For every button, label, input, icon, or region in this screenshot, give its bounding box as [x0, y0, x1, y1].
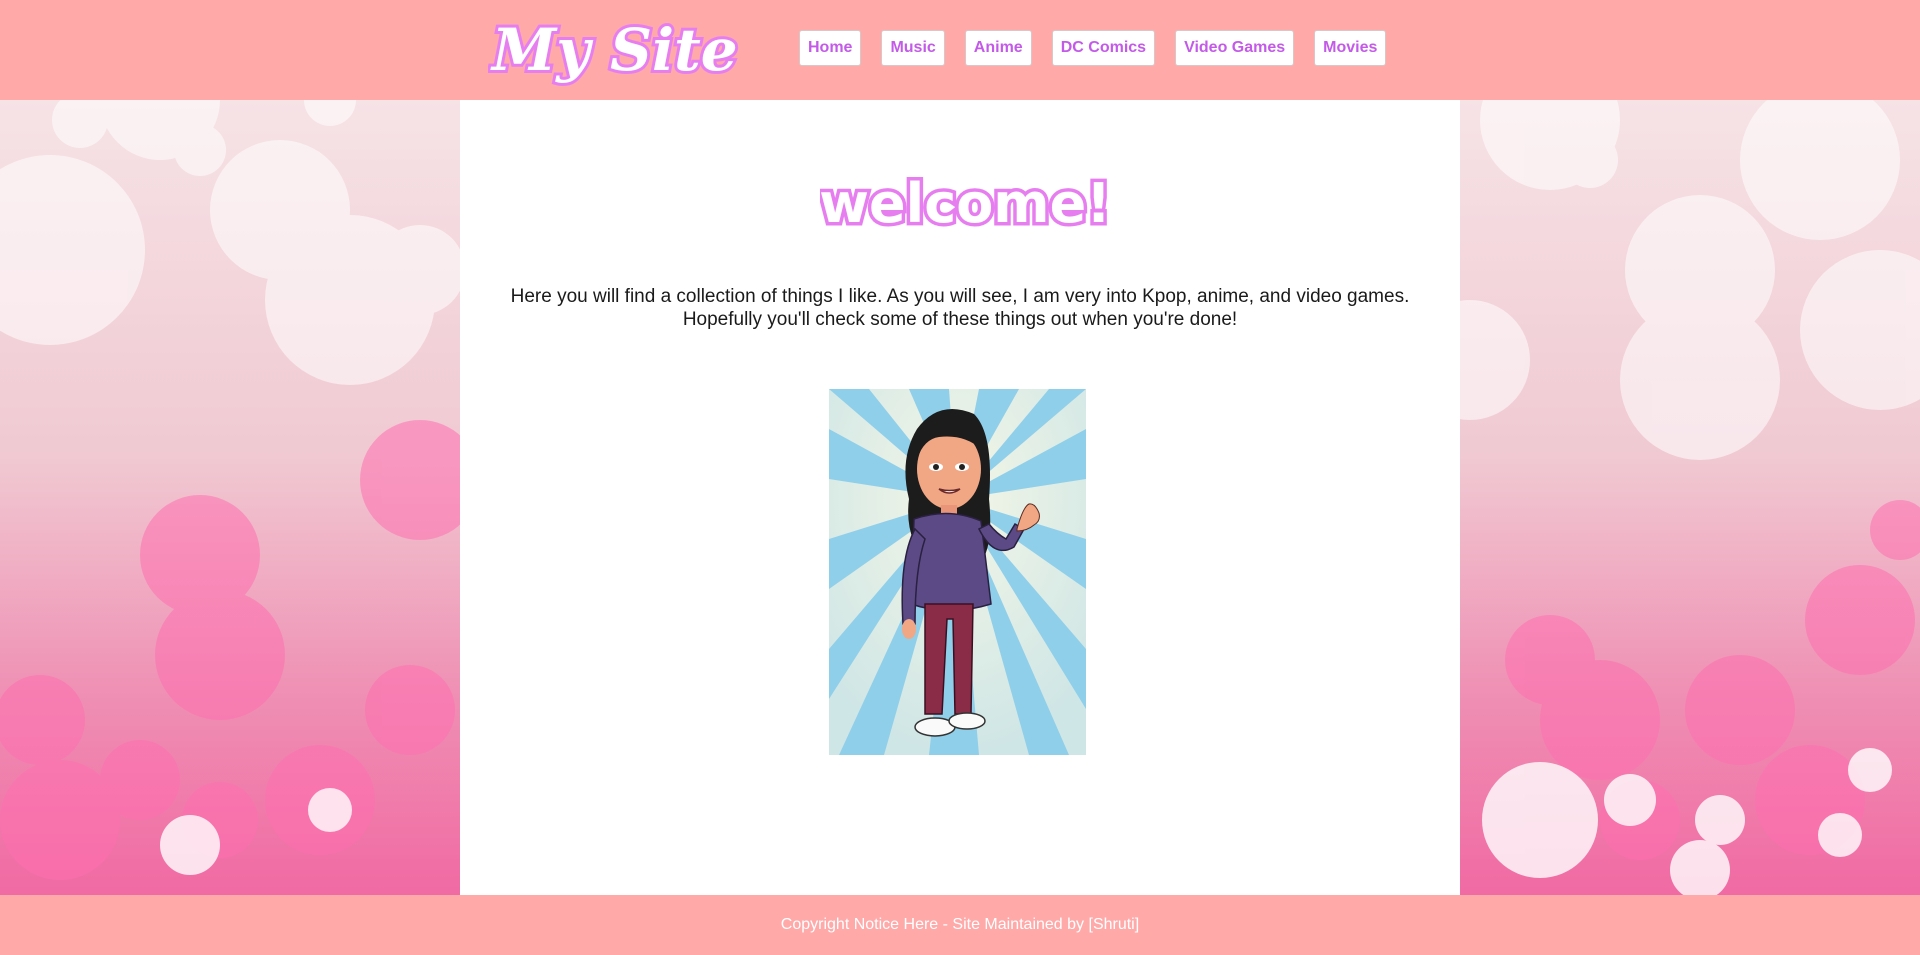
logo-text: My Site — [490, 16, 738, 84]
nav-home[interactable]: Home — [799, 30, 862, 66]
bitmoji-avatar-waving — [829, 389, 1086, 755]
nav-video-games[interactable]: Video Games — [1175, 30, 1295, 66]
welcome-text: welcome! — [820, 172, 1110, 235]
copyright-notice: Copyright Notice Here - Site Maintained … — [780, 916, 1140, 933]
content-panel: welcome! Here you will find a collection… — [460, 100, 1460, 895]
site-logo[interactable]: My Site — [487, 12, 778, 98]
nav-music[interactable]: Music — [881, 30, 945, 66]
welcome-heading: welcome! — [816, 160, 1115, 250]
site-footer: Copyright Notice Here - Site Maintained … — [0, 895, 1920, 955]
nav-dc-comics[interactable]: DC Comics — [1051, 30, 1156, 66]
welcome-graphic: welcome! — [816, 169, 1115, 239]
main-nav: Home Music Anime DC Comics Video Games M… — [799, 30, 1387, 66]
logo-graphic: My Site — [487, 13, 741, 87]
nav-movies[interactable]: Movies — [1314, 30, 1387, 66]
avatar-image — [829, 389, 1086, 755]
nav-anime[interactable]: Anime — [964, 30, 1032, 66]
site-header: My Site Home Music Anime DC Comics Video… — [0, 0, 1920, 100]
intro-line-1: Here you will find a collection of thing… — [510, 286, 1410, 307]
intro-line-2: Hopefully you'll check some of these thi… — [682, 309, 1238, 330]
intro-text: Here you will find a collection of thing… — [460, 285, 1460, 331]
